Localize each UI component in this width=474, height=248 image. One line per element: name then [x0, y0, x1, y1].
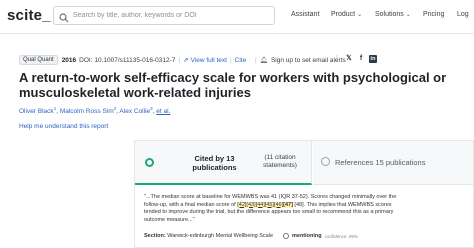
view-full-text-link[interactable]: View full text — [191, 57, 227, 64]
references-label: References 15 publications — [335, 158, 426, 167]
paper-doi[interactable]: DOI: 10.1007/s11135-016-0312-7 — [79, 57, 175, 64]
author-link[interactable]: Oliver Black1 — [19, 106, 56, 116]
author-link[interactable]: Alex Collie3 — [119, 106, 152, 116]
paper-title: A return-to-work self-efficacy scale for… — [19, 70, 447, 100]
search-box[interactable] — [53, 6, 275, 25]
top-navigation: scite_ Assistant Product⌄ Solutions⌄ Pri… — [0, 0, 474, 34]
twitter-icon[interactable]: 𝕏 — [345, 55, 353, 63]
nav-solutions-label: Solutions — [375, 11, 404, 18]
author-list: Oliver Black1, Malcolm Ross Sim2, Alex C… — [19, 106, 170, 115]
mentioning-label: mentioning — [292, 233, 322, 239]
mention-classification[interactable]: mentioning confidence: 99% — [283, 233, 358, 239]
citation-snippet: "...The median score at baseline for WEM… — [144, 194, 409, 224]
snippet-section: Section: Warwick-edinburgh Mental Wellbe… — [144, 233, 273, 239]
nav-product-label: Product — [331, 11, 356, 18]
divider: | — [255, 56, 257, 64]
snippet-reference-highlight[interactable]: [47] — [283, 201, 293, 208]
quote-bubble-icon — [145, 158, 154, 167]
nav-solutions[interactable]: Solutions ⌄ — [375, 11, 411, 18]
mentioning-icon — [283, 233, 289, 239]
bell-icon: 🔔︎ — [259, 57, 268, 64]
search-input[interactable] — [73, 8, 271, 23]
author-link[interactable]: Malcolm Ross Sim2 — [59, 106, 116, 116]
tab-cited-by[interactable]: Cited by 13 publications (11 citation st… — [135, 141, 312, 185]
share-icons: | 𝕏 f in — [333, 55, 377, 63]
author-name: Alex Collie — [119, 108, 151, 116]
divider: | — [229, 56, 232, 64]
nav-assistant[interactable]: Assistant — [291, 11, 319, 18]
divider: | — [336, 55, 338, 62]
help-understand-link[interactable]: Help me understand this report — [19, 123, 108, 130]
chevron-down-icon: ⌄ — [405, 12, 411, 18]
et-al-link[interactable]: et al. — [156, 108, 170, 115]
journal-badge[interactable]: Qual Quant — [19, 55, 58, 65]
divider: | — [178, 56, 181, 64]
external-link-icon: ⇗ — [183, 57, 189, 64]
section-label: Section: — [144, 233, 166, 239]
scite-logo[interactable]: scite_ — [7, 7, 51, 24]
nav-product[interactable]: Product ⌄ — [331, 11, 362, 18]
section-value: Warwick-edinburgh Mental Wellbeing Scale — [167, 233, 274, 239]
facebook-icon[interactable]: f — [357, 55, 365, 63]
snippet-reference-links[interactable]: [42][43][44][45][46] — [237, 201, 284, 208]
cite-button[interactable]: Cite — [235, 57, 247, 64]
author-name: Oliver Black — [19, 108, 54, 116]
publication-year: 2016 — [61, 56, 77, 64]
references-icon — [321, 157, 330, 166]
citation-statements-count: (11 citation statements) — [263, 154, 297, 169]
search-icon — [59, 10, 69, 28]
confidence-value: confidence: 99% — [324, 233, 358, 239]
linkedin-icon[interactable]: in — [369, 55, 377, 63]
tab-references[interactable]: References 15 publications — [313, 141, 473, 185]
author-name: Malcolm Ross Sim — [59, 108, 114, 116]
paper-meta: Qual Quant 2016 DOI: 10.1007/s11135-016-… — [19, 54, 246, 66]
nav-login[interactable]: Log — [457, 11, 469, 18]
cited-by-label: Cited by 13 publications — [192, 154, 237, 172]
chevron-down-icon: ⌄ — [357, 12, 363, 18]
nav-pricing[interactable]: Pricing — [423, 11, 444, 18]
email-alert[interactable]: | 🔔︎ Sign up to set email alerts — [252, 54, 346, 66]
